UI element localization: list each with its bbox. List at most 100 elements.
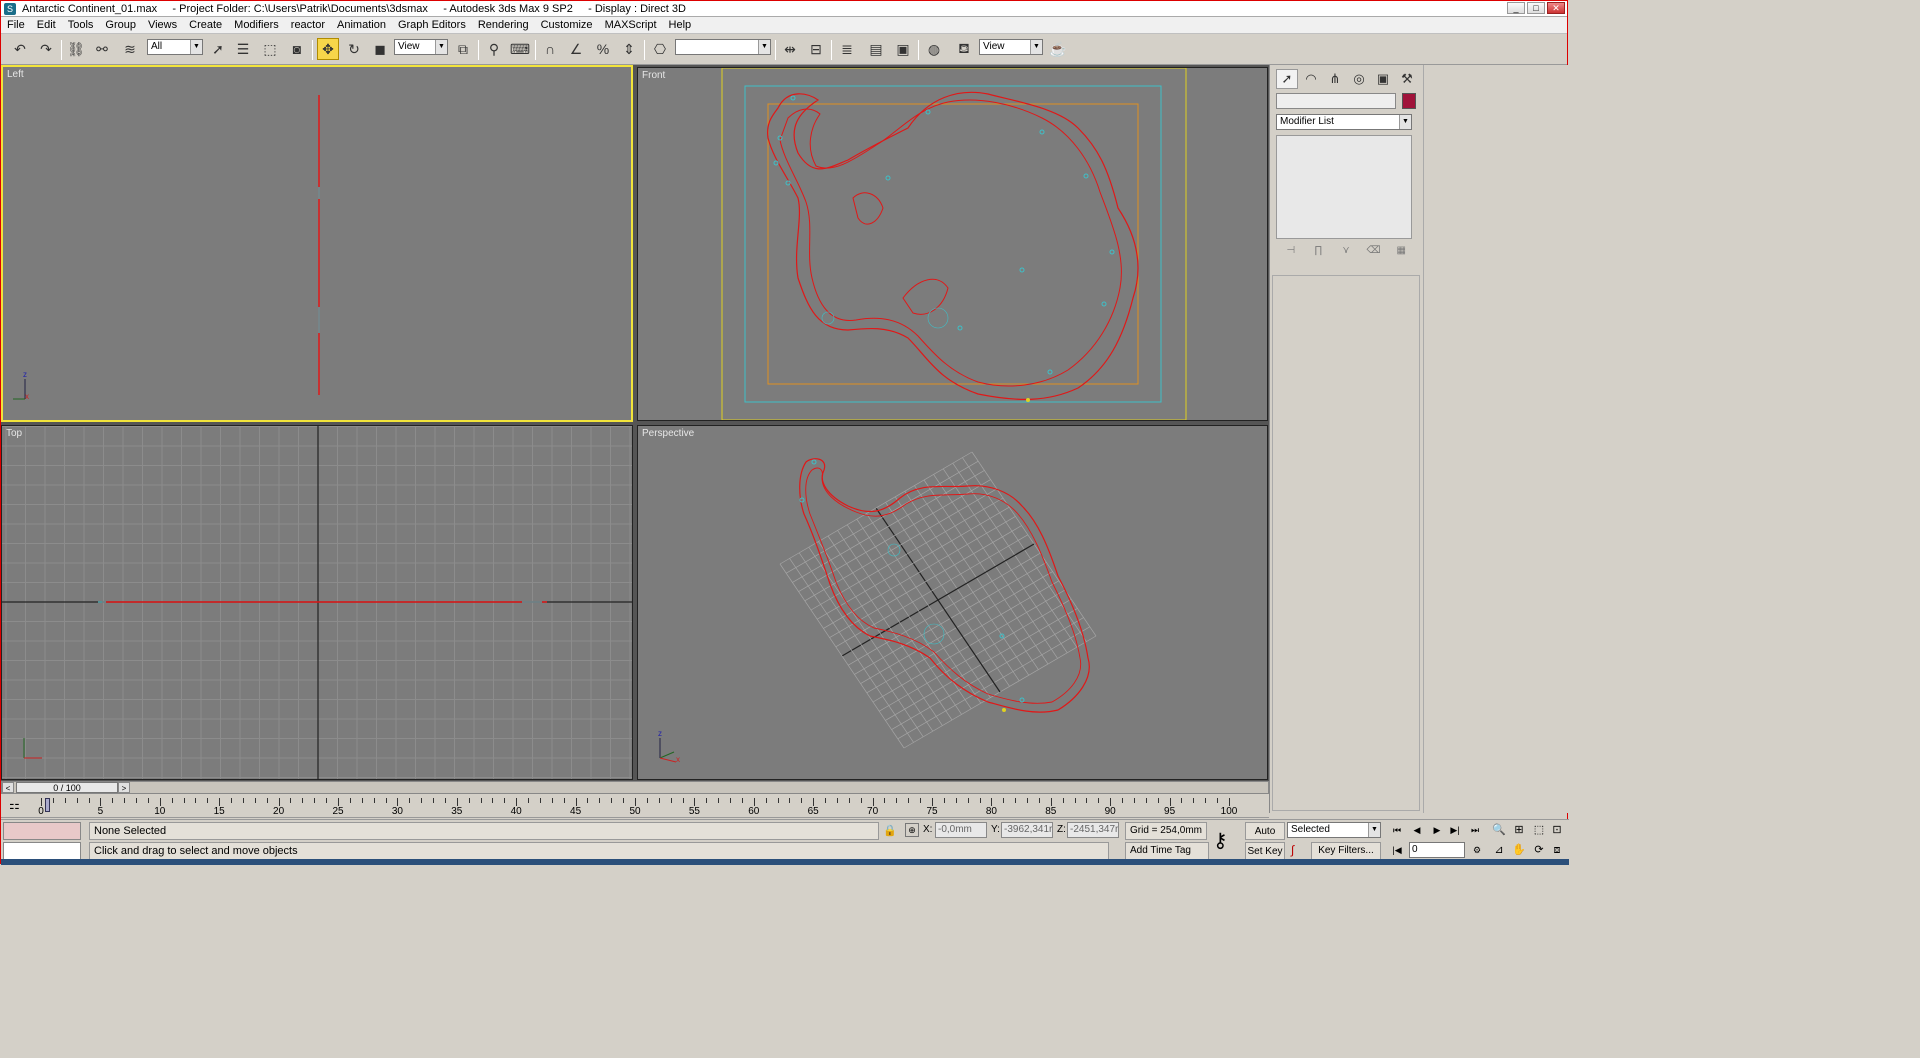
redo-icon[interactable]: ↷ <box>35 38 57 60</box>
layer-manager-icon[interactable]: ≣ <box>836 38 858 60</box>
menu-create[interactable]: Create <box>183 19 228 31</box>
current-frame-marker[interactable] <box>45 798 50 812</box>
time-configuration-icon[interactable]: ⚙ <box>1469 843 1485 857</box>
menu-modifiers[interactable]: Modifiers <box>228 19 285 31</box>
next-frame-icon[interactable]: ▶| <box>1447 823 1463 837</box>
object-name-field[interactable] <box>1276 93 1396 109</box>
time-slider-previous-icon[interactable]: < <box>2 782 14 793</box>
maxscript-input-mini[interactable] <box>3 842 81 860</box>
select-and-manipulate-icon[interactable]: ⚲ <box>483 38 505 60</box>
x-coordinate-field[interactable]: -0,0mm <box>935 822 987 838</box>
current-frame-field[interactable]: 0 <box>1409 842 1465 858</box>
set-key-mode-key-icon[interactable]: ⚷ <box>1213 828 1228 853</box>
hierarchy-tab-icon[interactable]: ⋔ <box>1324 69 1346 89</box>
edit-named-selection-icon[interactable]: ⎔ <box>649 38 671 60</box>
menu-edit[interactable]: Edit <box>31 19 62 31</box>
absolute-relative-toggle-icon[interactable]: ⊕ <box>905 823 919 837</box>
time-slider-thumb[interactable]: 0 / 100 <box>16 782 118 793</box>
quick-render-teapot-icon[interactable]: ☕ <box>1047 38 1069 60</box>
default-in-out-tangents-icon[interactable]: ∫ <box>1291 843 1294 857</box>
render-setup-icon[interactable]: ⛾ <box>953 38 975 60</box>
mirror-icon[interactable]: ⇹ <box>779 38 801 60</box>
object-color-swatch[interactable] <box>1402 93 1416 109</box>
motion-tab-icon[interactable]: ◎ <box>1348 69 1370 89</box>
auto-key-button[interactable]: Auto Key <box>1245 822 1285 855</box>
menu-reactor[interactable]: reactor <box>285 19 331 31</box>
arc-rotate-icon[interactable]: ⟳ <box>1531 842 1547 858</box>
pivot-center-icon[interactable]: ⧉ <box>452 38 474 60</box>
zoom-all-icon[interactable]: ⊞ <box>1511 822 1527 838</box>
menu-views[interactable]: Views <box>142 19 183 31</box>
menu-help[interactable]: Help <box>663 19 698 31</box>
snaps-toggle-icon[interactable]: ∩ <box>539 38 561 60</box>
keyboard-shortcut-override-icon[interactable]: ⌨ <box>509 38 531 60</box>
play-icon[interactable]: ▶ <box>1429 823 1445 837</box>
go-to-start-icon[interactable]: ⏮ <box>1389 823 1405 837</box>
menu-maxscript[interactable]: MAXScript <box>599 19 663 31</box>
spinner-snap-icon[interactable]: ⇕ <box>618 38 640 60</box>
window-crossing-icon[interactable]: ◙ <box>286 38 308 60</box>
frame-ruler[interactable]: 0 5 10 15 20 25 30 35 40 45 50 55 60 65 70 75 80 85 90 95 10… <box>38 798 1237 817</box>
menu-customize[interactable]: Customize <box>535 19 599 31</box>
zoom-extents-icon[interactable]: ⬚ <box>1531 822 1547 838</box>
z-coordinate-field[interactable]: -2451,347r <box>1067 822 1119 838</box>
select-and-move-icon[interactable]: ✥ <box>317 38 339 60</box>
maximize-button[interactable]: □ <box>1527 2 1545 14</box>
menu-rendering[interactable]: Rendering <box>472 19 535 31</box>
zoom-icon[interactable]: 🔍 <box>1491 822 1507 838</box>
bind-space-warp-icon[interactable]: ≋ <box>119 38 141 60</box>
select-object-icon[interactable]: ➚ <box>207 38 229 60</box>
named-selection-sets-dropdown[interactable]: ▼ <box>675 39 771 55</box>
modifier-stack[interactable] <box>1276 135 1412 239</box>
y-coordinate-field[interactable]: -3962,341r <box>1001 822 1053 838</box>
rectangular-selection-icon[interactable]: ⬚ <box>259 38 281 60</box>
select-by-name-icon[interactable]: ☰ <box>232 38 254 60</box>
set-key-button[interactable]: Set Key <box>1245 842 1285 860</box>
pin-stack-icon[interactable]: ⊣ <box>1280 243 1302 259</box>
render-view-dropdown[interactable]: View ▼ <box>979 39 1043 55</box>
make-unique-icon[interactable]: ⋎ <box>1335 243 1357 259</box>
add-time-tag-button[interactable]: Add Time Tag <box>1125 842 1209 860</box>
viewport-left[interactable]: Left z x <box>1 65 633 422</box>
key-mode-dropdown[interactable]: Selected ▼ <box>1287 822 1381 838</box>
field-of-view-icon[interactable]: ⊿ <box>1491 842 1507 858</box>
key-filters-button[interactable]: Key Filters... <box>1311 842 1381 860</box>
modifier-list-dropdown[interactable]: Modifier List ▼ <box>1276 114 1412 130</box>
menu-graph-editors[interactable]: Graph Editors <box>392 19 472 31</box>
align-icon[interactable]: ⊟ <box>805 38 827 60</box>
angle-snap-icon[interactable]: ∠ <box>565 38 587 60</box>
open-mini-curve-editor-icon[interactable]: ⚏ <box>9 798 20 812</box>
go-to-end-icon[interactable]: ⏭ <box>1467 823 1483 837</box>
time-slider[interactable]: < 0 / 100 > <box>1 781 1269 794</box>
viewport-top[interactable]: Top <box>1 425 633 780</box>
schematic-view-icon[interactable]: ▣ <box>892 38 914 60</box>
selection-lock-icon[interactable]: 🔒 <box>883 824 897 837</box>
reference-coordinate-dropdown[interactable]: View ▼ <box>394 39 448 55</box>
selection-filter-dropdown[interactable]: All ▼ <box>147 39 203 55</box>
menu-file[interactable]: File <box>1 19 31 31</box>
select-and-link-icon[interactable]: ⛓ <box>65 38 87 60</box>
unlink-icon[interactable]: ⚯ <box>91 38 113 60</box>
display-tab-icon[interactable]: ▣ <box>1372 69 1394 89</box>
utilities-tab-icon[interactable]: ⚒ <box>1396 69 1418 89</box>
menu-group[interactable]: Group <box>99 19 142 31</box>
select-and-rotate-icon[interactable]: ↻ <box>343 38 365 60</box>
key-mode-toggle-icon[interactable]: |◀ <box>1389 843 1405 857</box>
percent-snap-icon[interactable]: % <box>592 38 614 60</box>
app-icon[interactable]: S <box>4 2 16 15</box>
menu-tools[interactable]: Tools <box>62 19 100 31</box>
time-slider-next-icon[interactable]: > <box>118 782 130 793</box>
configure-modifier-sets-icon[interactable]: ▦ <box>1390 243 1412 259</box>
previous-frame-icon[interactable]: ◀ <box>1409 823 1425 837</box>
viewport-front[interactable]: Front <box>637 67 1268 421</box>
track-bar[interactable]: ⚏ 0 5 10 15 20 25 30 35 40 45 50 55 60 65 70 75 80 85 90 95… <box>1 796 1269 818</box>
maximize-viewport-icon[interactable]: ⧈ <box>1549 842 1565 858</box>
minimize-button[interactable]: _ <box>1507 2 1525 14</box>
modify-tab-icon[interactable]: ◠ <box>1300 69 1322 89</box>
viewport-perspective[interactable]: Perspective z x <box>637 425 1268 780</box>
show-end-result-icon[interactable]: ∏ <box>1308 243 1330 259</box>
undo-icon[interactable]: ↶ <box>9 38 31 60</box>
maxscript-listener-mini[interactable] <box>3 822 81 840</box>
close-button[interactable]: ✕ <box>1547 2 1565 14</box>
remove-modifier-icon[interactable]: ⌫ <box>1363 243 1385 259</box>
